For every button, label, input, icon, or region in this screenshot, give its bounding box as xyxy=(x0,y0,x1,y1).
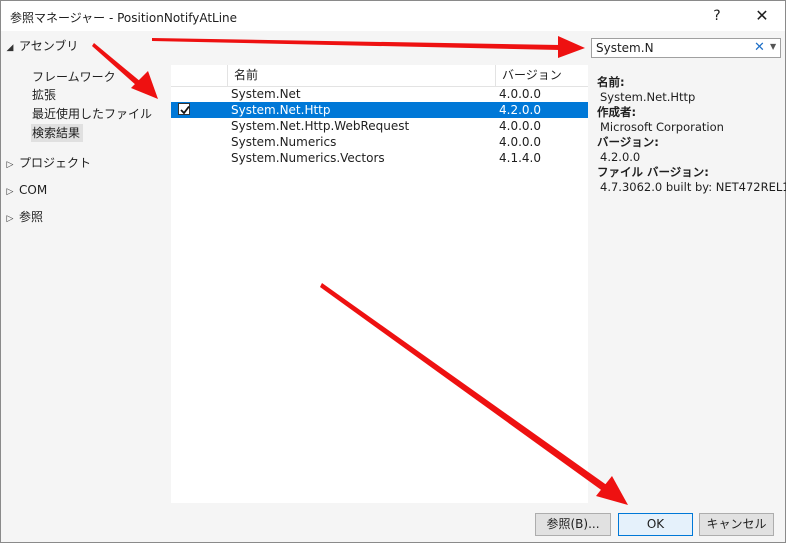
tree-node-label: プロジェクト xyxy=(19,156,92,170)
list-row-selected[interactable]: System.Net.Http 4.2.0.0 xyxy=(171,102,588,118)
list-row[interactable]: System.Numerics 4.0.0.0 xyxy=(171,134,588,150)
tree-item-search-results[interactable]: 検索結果 xyxy=(31,124,84,142)
detail-name-label: 名前: xyxy=(597,75,625,89)
tree-item-extensions[interactable]: 拡張 xyxy=(31,86,59,104)
list-row[interactable]: System.Numerics.Vectors 4.1.4.0 xyxy=(171,150,588,166)
row-name: System.Numerics xyxy=(231,135,337,149)
detail-file-version-value: 4.7.3062.0 built by: NET472REL1 xyxy=(600,180,786,194)
title-bar: 参照マネージャー - PositionNotifyAtLine ? ✕ xyxy=(1,1,785,31)
column-header-version[interactable]: バージョン xyxy=(495,65,588,86)
tree-node-com[interactable]: ▷ COM xyxy=(1,180,48,202)
checkmark-icon xyxy=(180,105,190,115)
search-input[interactable]: System.N xyxy=(596,41,654,55)
row-name: System.Net xyxy=(231,87,301,101)
row-name: System.Numerics.Vectors xyxy=(231,151,385,165)
tree-node-label: COM xyxy=(19,183,48,197)
category-tree: ◢ アセンブリ フレームワーク 拡張 最近使用したファイル 検索結果 ▷ プロジェク… xyxy=(1,31,171,502)
row-version: 4.0.0.0 xyxy=(499,119,541,133)
list-row[interactable]: System.Net 4.0.0.0 xyxy=(171,86,588,102)
row-version: 4.1.4.0 xyxy=(499,151,541,165)
detail-file-version-label: ファイル バージョン: xyxy=(597,165,709,179)
row-name: System.Net.Http xyxy=(231,103,331,117)
detail-version-label: バージョン: xyxy=(597,135,659,149)
cancel-button[interactable]: キャンセル xyxy=(699,513,774,536)
column-header-name[interactable]: 名前 xyxy=(227,65,495,86)
search-box[interactable]: System.N ✕ ▼ xyxy=(591,38,781,58)
dialog-footer: 参照(B)... OK キャンセル xyxy=(1,503,785,542)
tree-node-label: 参照 xyxy=(19,210,44,224)
clear-icon[interactable]: ✕ xyxy=(754,40,765,55)
collapsed-triangle-icon[interactable]: ▷ xyxy=(1,209,19,229)
collapsed-triangle-icon[interactable]: ▷ xyxy=(1,155,19,175)
dropdown-arrow-icon[interactable]: ▼ xyxy=(770,42,776,51)
row-version: 4.2.0.0 xyxy=(499,103,541,117)
reference-manager-dialog: 参照マネージャー - PositionNotifyAtLine ? ✕ ◢ アセン… xyxy=(0,0,786,543)
help-button[interactable]: ? xyxy=(696,1,738,31)
row-version: 4.0.0.0 xyxy=(499,135,541,149)
detail-name-value: System.Net.Http xyxy=(600,90,696,104)
tree-node-project[interactable]: ▷ プロジェクト xyxy=(1,153,91,173)
list-header: 名前 バージョン xyxy=(171,65,588,87)
detail-author-value: Microsoft Corporation xyxy=(600,120,724,134)
browse-button[interactable]: 参照(B)... xyxy=(535,513,611,536)
tree-item-framework[interactable]: フレームワーク xyxy=(31,68,119,86)
list-row[interactable]: System.Net.Http.WebRequest 4.0.0.0 xyxy=(171,118,588,134)
tree-node-label: アセンブリ xyxy=(19,39,79,53)
assembly-list: 名前 バージョン System.Net 4.0.0.0 System.Net.H… xyxy=(171,65,588,503)
details-pane: 名前: System.Net.Http 作成者: Microsoft Corpo… xyxy=(597,75,786,195)
ok-button[interactable]: OK xyxy=(618,513,693,536)
window-title: 参照マネージャー - PositionNotifyAtLine xyxy=(10,11,238,25)
detail-author-label: 作成者: xyxy=(597,105,637,119)
row-checkbox[interactable] xyxy=(178,103,190,115)
row-version: 4.0.0.0 xyxy=(499,87,541,101)
collapsed-triangle-icon[interactable]: ▷ xyxy=(1,182,19,202)
expanded-triangle-icon[interactable]: ◢ xyxy=(1,38,19,58)
tree-node-browse[interactable]: ▷ 参照 xyxy=(1,207,43,227)
row-name: System.Net.Http.WebRequest xyxy=(231,119,410,133)
tree-node-assembly[interactable]: ◢ アセンブリ xyxy=(1,36,79,58)
tree-item-recent[interactable]: 最近使用したファイル xyxy=(31,105,155,123)
detail-version-value: 4.2.0.0 xyxy=(600,150,641,164)
close-button[interactable]: ✕ xyxy=(741,1,783,31)
